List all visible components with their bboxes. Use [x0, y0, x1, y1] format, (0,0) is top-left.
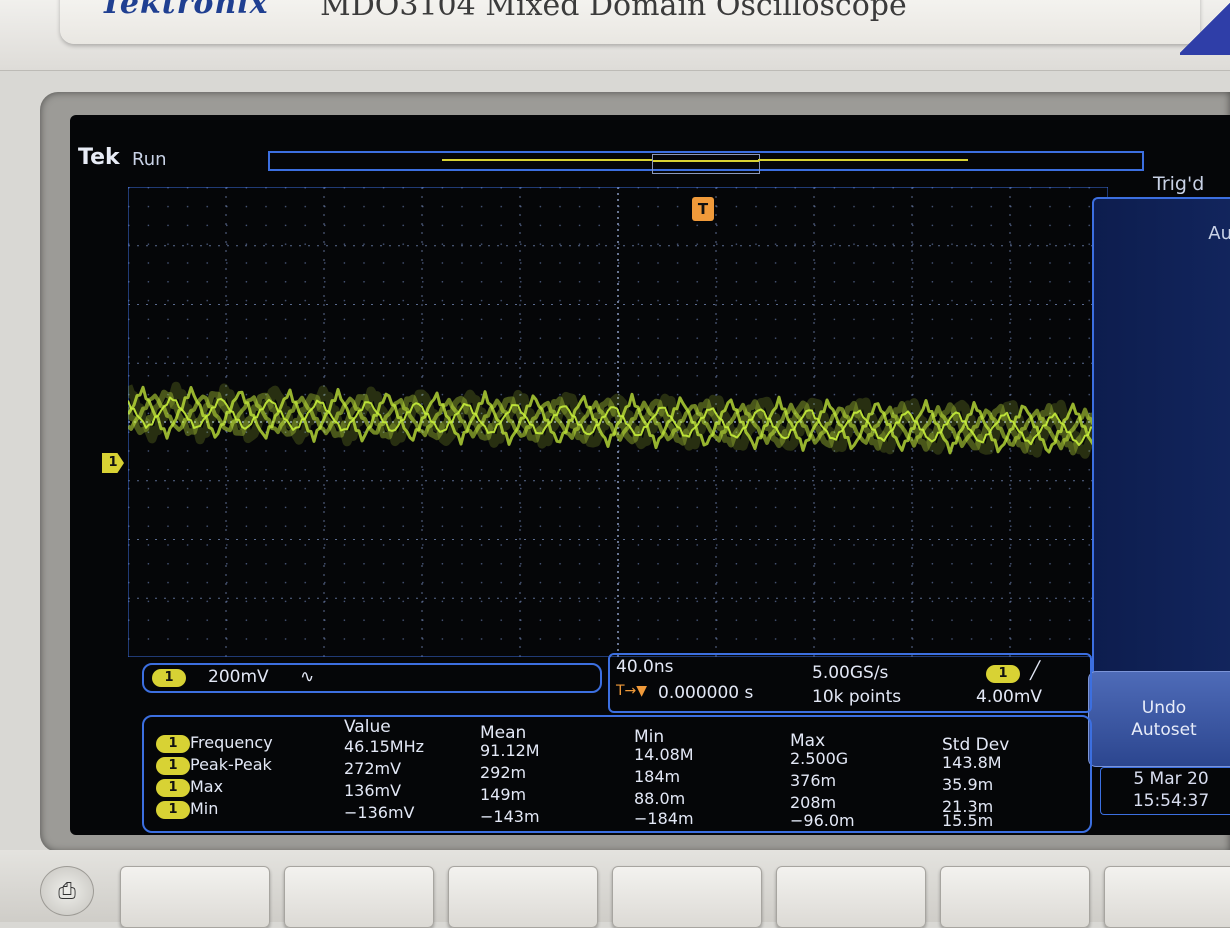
meas-row-max: −96.0m	[790, 811, 855, 830]
bottom-softkey-7[interactable]	[1104, 866, 1230, 928]
record-length: 10k points	[812, 687, 902, 707]
undo-autoset-line2: Autoset	[1131, 720, 1197, 740]
tek-logo: Tek	[78, 145, 120, 170]
header-std-dev: Std Dev	[942, 735, 1010, 755]
bottom-softkey-3[interactable]	[448, 866, 598, 928]
meas-row-std-dev: 35.9m	[942, 775, 994, 794]
meas-row-value: 272mV	[344, 759, 402, 778]
trigger-slope-icon: ╱	[1030, 661, 1041, 681]
ch1-scale: 200mV	[208, 667, 269, 687]
header-min: Min	[634, 727, 665, 747]
date-readout: 5 Mar 20	[1133, 769, 1209, 789]
ch1-scale-readout[interactable]: 1 200mV ∿	[142, 663, 602, 693]
time-readout: 15:54:37	[1132, 791, 1210, 811]
meas-row-badge: 1	[156, 801, 190, 819]
meas-row-badge: 1	[156, 757, 190, 775]
meas-row-mean: −143m	[480, 807, 540, 826]
meas-row-value: 46.15MHz	[344, 737, 425, 756]
side-menu-panel: Au	[1092, 197, 1230, 721]
meas-row-max: 2.500G	[790, 749, 849, 768]
bottom-softkey-6[interactable]	[940, 866, 1090, 928]
bottom-softkey-1[interactable]	[120, 866, 270, 928]
meas-row-max: 208m	[790, 793, 837, 812]
meas-row-badge: 1	[156, 779, 190, 797]
trigger-level: 4.00mV	[976, 687, 1043, 707]
undo-autoset-button[interactable]: Undo Autoset	[1088, 671, 1230, 767]
meas-row-std-dev: 143.8M	[942, 753, 1002, 772]
bottom-softkey-2[interactable]	[284, 866, 434, 928]
trigger-source-badge: 1	[986, 665, 1020, 683]
meas-row-name: Max	[190, 777, 224, 796]
printer-icon[interactable]: ⎙	[40, 866, 94, 916]
ch1-coupling-icon: ∿	[300, 667, 315, 687]
brand-corner-stripe	[1180, 0, 1230, 55]
oscilloscope-screen: Tek Run Trig'd T 1 Au Undo Autoset 5 Mar…	[70, 115, 1230, 835]
header-value: Value	[344, 717, 391, 737]
undo-autoset-line1: Undo	[1141, 698, 1187, 718]
meas-row-mean: 91.12M	[480, 741, 540, 760]
header-mean: Mean	[480, 723, 527, 743]
meas-row-badge: 1	[156, 735, 190, 753]
bottom-softkey-4[interactable]	[612, 866, 762, 928]
trigger-position-marker[interactable]: T	[692, 197, 714, 221]
ch1-badge: 1	[152, 669, 186, 687]
meas-row-mean: 149m	[480, 785, 527, 804]
measurement-table[interactable]: Value Mean Min Max Std Dev 1 Frequency 4…	[142, 715, 1092, 833]
meas-row-min: −184m	[634, 809, 694, 828]
instrument-top-bezel: Tektronix MDO3104 Mixed Domain Oscillosc…	[0, 0, 1230, 71]
model-label: MDO3104 Mixed Domain Oscilloscope	[320, 0, 907, 23]
timebase-trigger-readout[interactable]: 40.0ns T→▼ 0.000000 s 5.00GS/s 10k point…	[608, 653, 1092, 713]
trigger-position-icon: T→▼	[616, 683, 648, 699]
acquisition-status: Run	[132, 149, 167, 170]
header-max: Max	[790, 731, 826, 751]
brand-logo: Tektronix	[100, 0, 269, 21]
horizontal-scale: 40.0ns	[616, 657, 674, 677]
trigger-status: Trig'd	[1153, 173, 1205, 195]
meas-row-name: Peak-Peak	[190, 755, 272, 774]
meas-row-max: 376m	[790, 771, 837, 790]
meas-row-value: −136mV	[344, 803, 415, 822]
model-description: Mixed Domain Oscilloscope	[485, 0, 907, 23]
meas-row-min: 14.08M	[634, 745, 694, 764]
meas-row-std-dev: 15.5m	[942, 811, 994, 830]
bottom-softkey-5[interactable]	[776, 866, 926, 928]
side-menu-label[interactable]: Au	[1208, 223, 1230, 244]
record-view-bar	[268, 151, 1144, 174]
record-view-window[interactable]	[652, 154, 760, 174]
meas-row-mean: 292m	[480, 763, 527, 782]
sample-rate: 5.00GS/s	[812, 663, 889, 683]
date-time-readout: 5 Mar 20 15:54:37	[1100, 767, 1230, 815]
record-waveform-center	[653, 160, 759, 162]
record-waveform-right	[758, 159, 968, 161]
meas-row-name: Frequency	[190, 733, 273, 752]
model-number: MDO3104	[320, 0, 476, 23]
meas-row-name: Min	[190, 799, 219, 818]
ch1-ground-marker[interactable]: 1	[102, 453, 124, 473]
graticule	[128, 187, 1108, 657]
meas-row-min: 88.0m	[634, 789, 686, 808]
meas-row-min: 184m	[634, 767, 681, 786]
meas-row-value: 136mV	[344, 781, 402, 800]
record-waveform-left	[442, 159, 652, 161]
trigger-position-value: 0.000000 s	[658, 683, 754, 703]
